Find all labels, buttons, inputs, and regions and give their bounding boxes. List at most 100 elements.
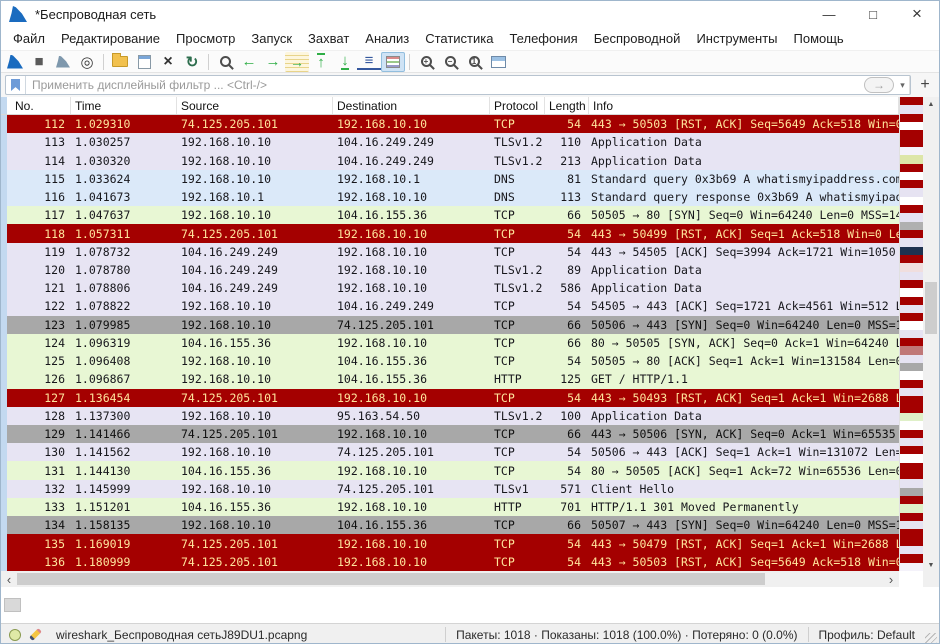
- packet-row[interactable]: 1291.14146674.125.205.101192.168.10.10TC…: [1, 425, 899, 443]
- menu-item-телефония[interactable]: Телефония: [501, 28, 585, 49]
- cell-src: 192.168.10.10: [177, 154, 333, 168]
- cell-proto: DNS: [490, 172, 545, 186]
- minimap-stripe: [900, 380, 923, 388]
- zoom-in-icon[interactable]: +: [414, 52, 438, 72]
- packet-row[interactable]: 1301.141562192.168.10.1074.125.205.101TC…: [1, 443, 899, 461]
- column-header-proto[interactable]: Protocol: [490, 97, 545, 114]
- scroll-down-icon[interactable]: ▼: [923, 558, 939, 573]
- capture-options-icon[interactable]: ◎: [75, 52, 99, 72]
- packet-row[interactable]: 1241.096319104.16.155.36192.168.10.10TCP…: [1, 334, 899, 352]
- go-to-top-icon[interactable]: ↑: [309, 52, 333, 72]
- packet-row[interactable]: 1141.030320192.168.10.10104.16.249.249TL…: [1, 151, 899, 169]
- column-header-no[interactable]: No.: [7, 97, 71, 114]
- cell-src: 192.168.10.10: [177, 208, 333, 222]
- minimap-stripe: [900, 463, 923, 471]
- zoom-normal-icon[interactable]: 1: [462, 52, 486, 72]
- packet-row[interactable]: 1311.144130104.16.155.36192.168.10.10TCP…: [1, 461, 899, 479]
- column-header-dst[interactable]: Destination: [333, 97, 490, 114]
- go-to-bottom-icon[interactable]: ↓: [333, 52, 357, 72]
- cell-no: 112: [7, 117, 71, 131]
- horizontal-scrollbar[interactable]: ‹ ›: [1, 571, 899, 587]
- packet-row[interactable]: 1261.096867192.168.10.10104.16.155.36HTT…: [1, 370, 899, 388]
- go-forward-icon[interactable]: →: [261, 52, 285, 72]
- open-file-icon[interactable]: [108, 52, 132, 72]
- close-file-icon[interactable]: ×: [156, 52, 180, 72]
- cell-time: 1.136454: [71, 391, 177, 405]
- packet-row[interactable]: 1321.145999192.168.10.1074.125.205.101TL…: [1, 480, 899, 498]
- maximize-button[interactable]: □: [851, 1, 895, 27]
- packet-row[interactable]: 1171.047637192.168.10.10104.16.155.36TCP…: [1, 206, 899, 224]
- colorize-packets-icon[interactable]: [381, 52, 405, 72]
- auto-scroll-icon[interactable]: ≡: [357, 54, 381, 70]
- menu-item-просмотр[interactable]: Просмотр: [168, 28, 243, 49]
- packet-row[interactable]: 1341.158135192.168.10.10104.16.155.36TCP…: [1, 516, 899, 534]
- filter-bookmark-icon[interactable]: [6, 76, 26, 94]
- packet-row[interactable]: 1121.02931074.125.205.101192.168.10.10TC…: [1, 115, 899, 133]
- packet-row[interactable]: 1221.078822192.168.10.10104.16.249.249TC…: [1, 297, 899, 315]
- packet-row[interactable]: 1191.078732104.16.249.249192.168.10.10TC…: [1, 243, 899, 261]
- column-header-src[interactable]: Source: [177, 97, 333, 114]
- column-header-len[interactable]: Length: [545, 97, 589, 114]
- menu-item-помощь[interactable]: Помощь: [786, 28, 852, 49]
- apply-filter-button[interactable]: →: [864, 77, 894, 93]
- packet-row[interactable]: 1331.151201104.16.155.36192.168.10.10HTT…: [1, 498, 899, 516]
- restart-capture-icon[interactable]: [51, 52, 75, 72]
- go-to-packet-icon[interactable]: →: [285, 52, 309, 72]
- packet-row[interactable]: 1251.096408192.168.10.10104.16.155.36TCP…: [1, 352, 899, 370]
- scroll-left-icon[interactable]: ‹: [1, 571, 17, 587]
- horizontal-scroll-thumb[interactable]: [17, 573, 765, 585]
- expert-info-icon[interactable]: [9, 629, 21, 641]
- cell-dst: 192.168.10.10: [333, 263, 490, 277]
- packet-row[interactable]: 1201.078780104.16.249.249192.168.10.10TL…: [1, 261, 899, 279]
- scroll-up-icon[interactable]: ▲: [923, 97, 939, 112]
- packet-row[interactable]: 1131.030257192.168.10.10104.16.249.249TL…: [1, 133, 899, 151]
- vertical-scroll-thumb[interactable]: [925, 282, 937, 334]
- resize-grip[interactable]: [925, 633, 937, 644]
- cell-proto: TCP: [490, 208, 545, 222]
- packet-row[interactable]: 1231.079985192.168.10.1074.125.205.101TC…: [1, 316, 899, 334]
- packet-minimap[interactable]: [899, 97, 923, 571]
- menu-item-файл[interactable]: Файл: [5, 28, 53, 49]
- menu-item-редактирование[interactable]: Редактирование: [53, 28, 168, 49]
- packet-row[interactable]: 1281.137300192.168.10.1095.163.54.50TLSv…: [1, 407, 899, 425]
- packet-row[interactable]: 1361.18099974.125.205.101192.168.10.10TC…: [1, 553, 899, 571]
- column-header-time[interactable]: Time: [71, 97, 177, 114]
- add-filter-button[interactable]: +: [915, 75, 935, 95]
- close-button[interactable]: ×: [895, 1, 939, 27]
- cell-no: 128: [7, 409, 71, 423]
- packet-row[interactable]: 1211.078806104.16.249.249192.168.10.10TL…: [1, 279, 899, 297]
- packet-row[interactable]: 1271.13645474.125.205.101192.168.10.10TC…: [1, 389, 899, 407]
- start-capture-icon[interactable]: [3, 52, 27, 72]
- horizontal-scroll-track[interactable]: [17, 571, 883, 587]
- cell-time: 1.033624: [71, 172, 177, 186]
- profile-label[interactable]: Профиль: Default: [808, 627, 926, 642]
- edit-comment-icon[interactable]: [29, 628, 42, 641]
- display-filter-input[interactable]: [26, 78, 864, 92]
- zoom-out-icon[interactable]: −: [438, 52, 462, 72]
- packet-row[interactable]: 1161.041673192.168.10.1192.168.10.10DNS1…: [1, 188, 899, 206]
- packet-row[interactable]: 1151.033624192.168.10.10192.168.10.1DNS8…: [1, 170, 899, 188]
- vertical-scrollbar[interactable]: ▲ ▼: [923, 97, 939, 587]
- cell-no: 116: [7, 190, 71, 204]
- stop-capture-icon[interactable]: ■: [27, 52, 51, 72]
- filter-dropdown-caret-icon[interactable]: ▾: [896, 76, 910, 94]
- packet-row[interactable]: 1181.05731174.125.205.101192.168.10.10TC…: [1, 224, 899, 242]
- save-file-icon[interactable]: [132, 52, 156, 72]
- column-header-info[interactable]: Info: [589, 97, 899, 114]
- go-back-icon[interactable]: ←: [237, 52, 261, 72]
- resize-columns-icon[interactable]: [486, 52, 510, 72]
- find-packet-icon[interactable]: [213, 52, 237, 72]
- menu-item-беспроводной[interactable]: Беспроводной: [586, 28, 689, 49]
- packet-row[interactable]: 1351.16901974.125.205.101192.168.10.10TC…: [1, 534, 899, 552]
- cell-time: 1.078806: [71, 281, 177, 295]
- menu-item-статистика[interactable]: Статистика: [417, 28, 501, 49]
- menu-item-анализ[interactable]: Анализ: [357, 28, 417, 49]
- menu-item-инструменты[interactable]: Инструменты: [688, 28, 785, 49]
- pane-splitter-handle[interactable]: [4, 598, 21, 612]
- scroll-right-icon[interactable]: ›: [883, 571, 899, 587]
- reload-file-icon[interactable]: ↻: [180, 52, 204, 72]
- cell-time: 1.079985: [71, 318, 177, 332]
- minimize-button[interactable]: —: [807, 1, 851, 27]
- menu-item-запуск[interactable]: Запуск: [243, 28, 300, 49]
- menu-item-захват[interactable]: Захват: [300, 28, 357, 49]
